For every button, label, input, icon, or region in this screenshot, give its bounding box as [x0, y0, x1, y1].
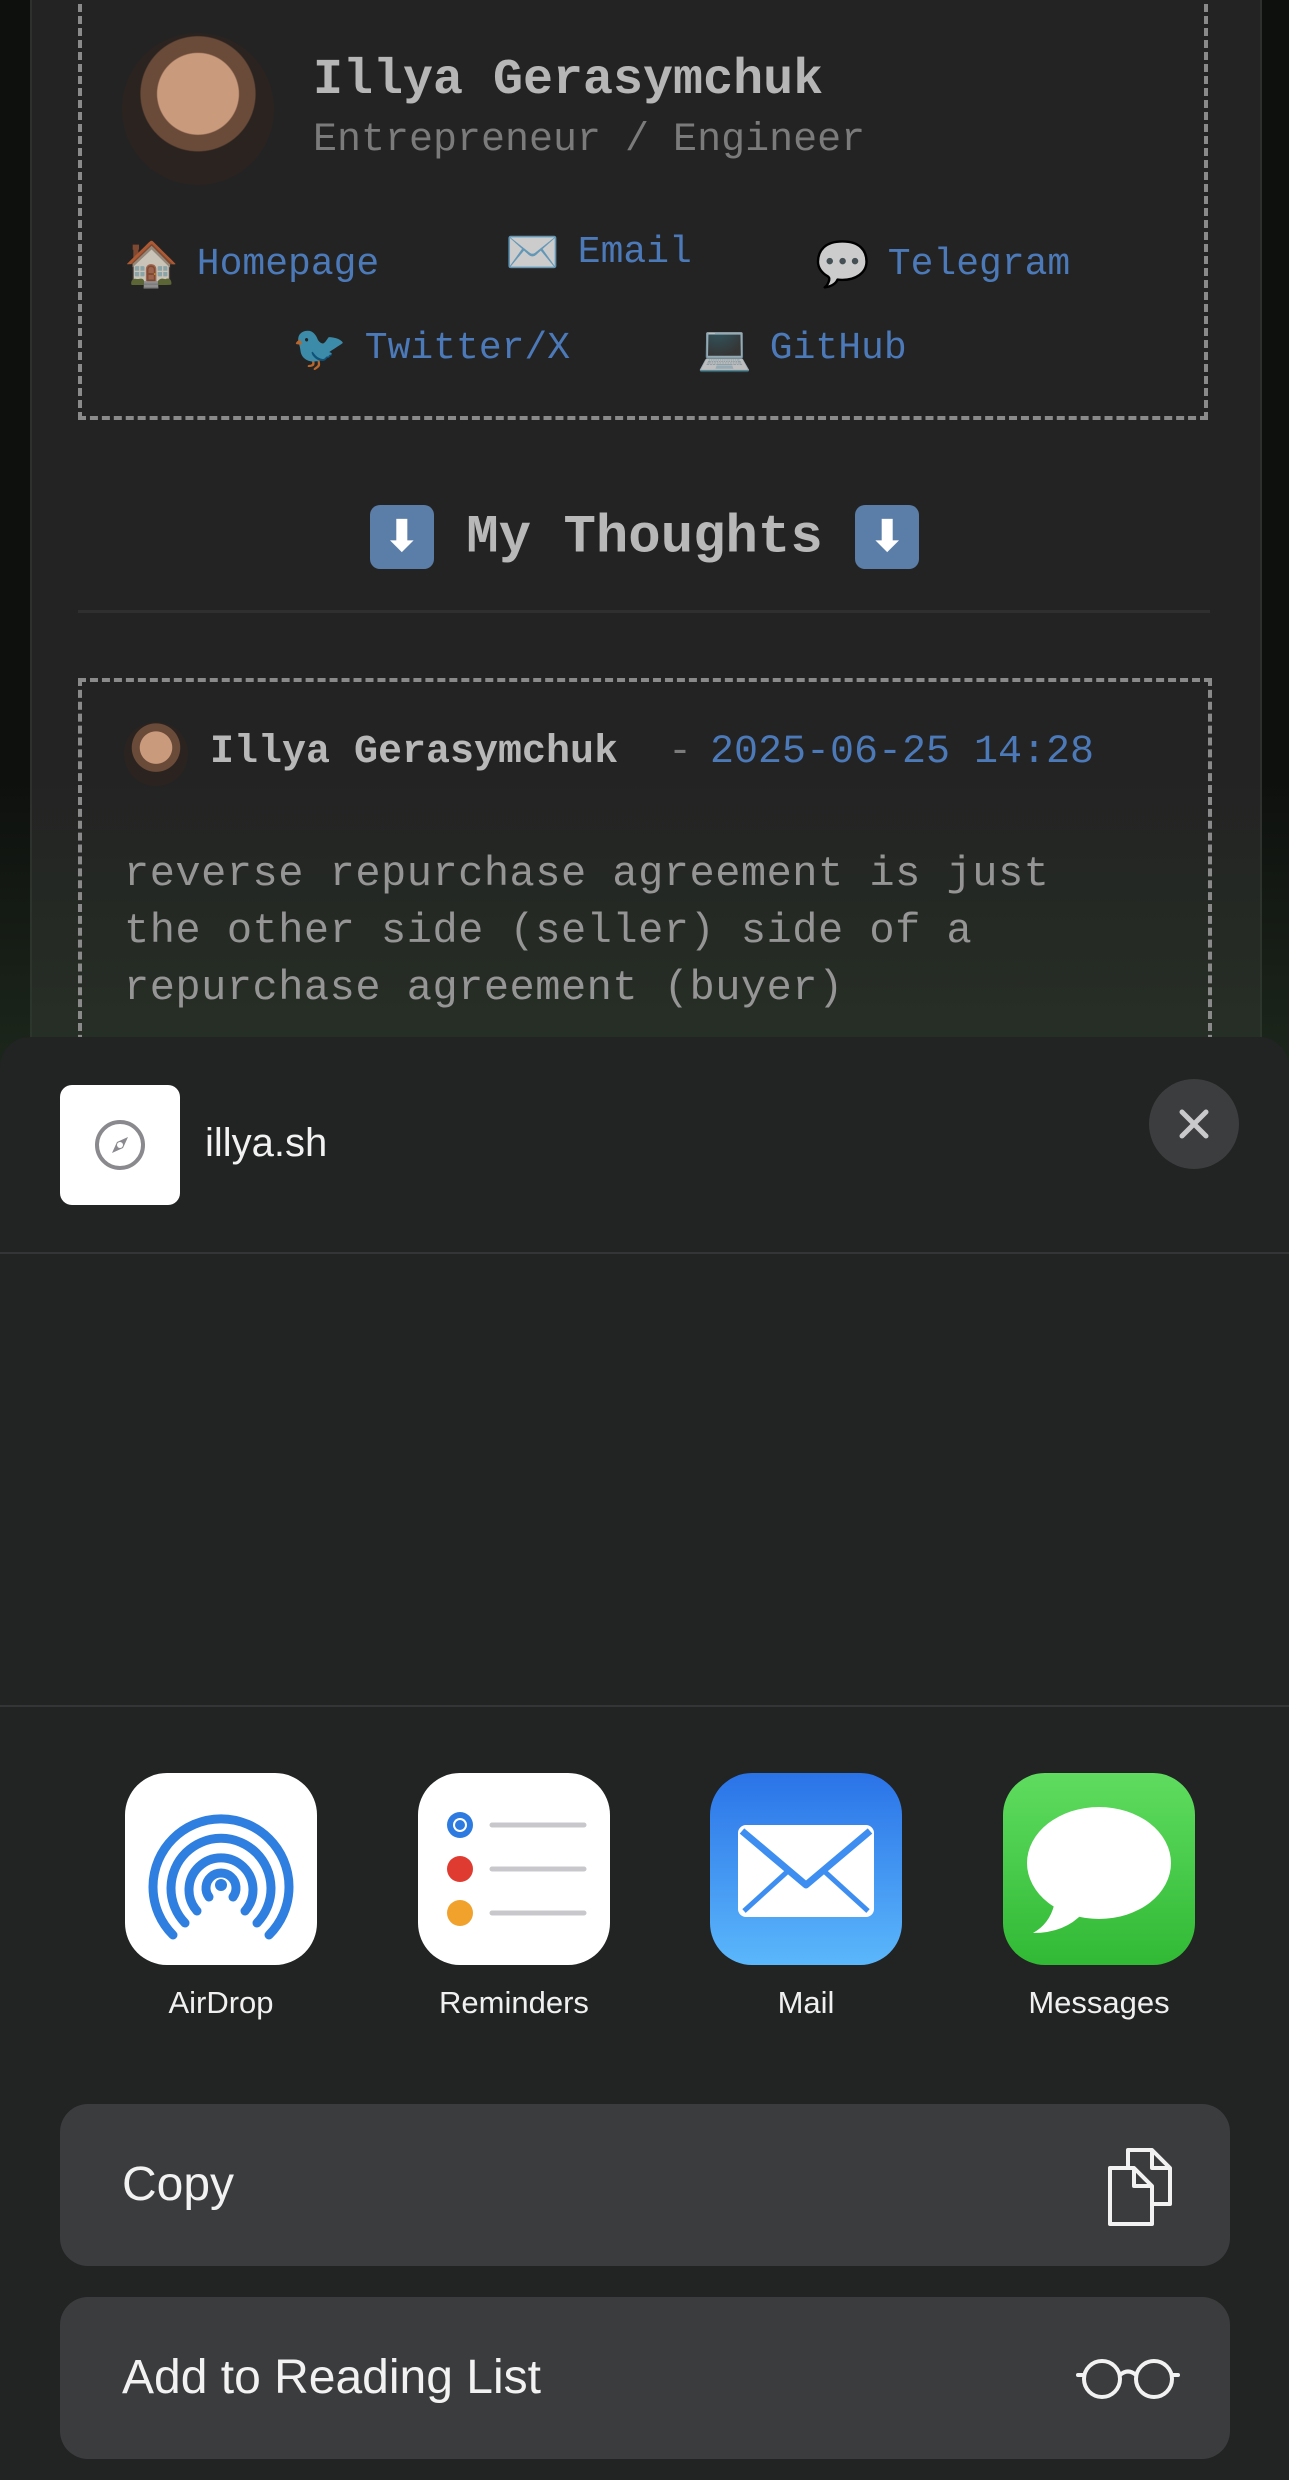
- email-link-label: Email: [577, 230, 692, 274]
- airdrop-label: AirDrop: [168, 1985, 274, 2020]
- telegram-link-label: Telegram: [887, 242, 1071, 286]
- twitter-link-label: Twitter/X: [364, 326, 571, 370]
- down-arrow-icon: ⬇: [855, 505, 920, 569]
- share-app-airdrop[interactable]: AirDrop: [121, 1773, 321, 2021]
- post-separator: -: [668, 730, 693, 775]
- section-heading-label: My Thoughts: [466, 507, 823, 569]
- github-link-label: GitHub: [769, 326, 907, 370]
- twitter-link[interactable]: 🐦 Twitter/X: [292, 322, 570, 374]
- laptop-icon: 💻: [697, 323, 752, 374]
- airdrop-icon: [125, 1773, 317, 1965]
- share-app-mail[interactable]: Mail: [706, 1773, 906, 2021]
- mail-label: Mail: [777, 1985, 835, 2020]
- github-link[interactable]: 💻 GitHub: [697, 322, 907, 374]
- close-button[interactable]: [1149, 1079, 1239, 1169]
- copy-action[interactable]: Copy: [60, 2104, 1230, 2266]
- post-date-link[interactable]: 2025-06-25 14:28: [710, 730, 1094, 775]
- down-arrow-icon: ⬇: [369, 505, 434, 569]
- profile-avatar: [122, 33, 274, 185]
- copy-icon: [1108, 2148, 1172, 2226]
- share-sheet-header: illya.sh: [0, 1037, 1289, 1254]
- reminders-icon: [418, 1773, 610, 1965]
- reminders-label: Reminders: [439, 1985, 589, 2020]
- profile-name: Illya Gerasymchuk: [313, 52, 824, 109]
- section-divider: [78, 610, 1210, 613]
- share-preview-area: [0, 1254, 1289, 1740]
- close-icon: [1179, 1109, 1209, 1139]
- compass-icon: [95, 1120, 145, 1170]
- bird-icon: 🐦: [292, 323, 347, 374]
- webpage-background: Illya Gerasymchuk Entrepreneur / Enginee…: [0, 0, 1289, 1100]
- homepage-link[interactable]: 🏠 Homepage: [124, 238, 379, 290]
- messages-icon: [1003, 1773, 1195, 1965]
- profile-role: Entrepreneur / Engineer: [313, 118, 866, 163]
- post-body: reverse repurchase agreement is just the…: [124, 850, 1050, 1012]
- email-link[interactable]: ✉️ Email: [505, 226, 692, 278]
- speech-bubble-icon: 💬: [815, 239, 870, 290]
- homepage-link-label: Homepage: [196, 242, 380, 286]
- share-app-messages[interactable]: Messages: [999, 1773, 1199, 2021]
- apps-divider: [0, 1705, 1289, 1707]
- share-sheet: illya.sh AirDrop Reminders Mail Messages…: [0, 1037, 1289, 2480]
- post-author: Illya Gerasymchuk: [210, 730, 619, 775]
- post-author-avatar: [124, 722, 188, 786]
- section-heading: ⬇ My Thoughts ⬇: [0, 505, 1289, 569]
- messages-label: Messages: [1028, 1985, 1170, 2020]
- share-app-reminders[interactable]: Reminders: [414, 1773, 614, 2021]
- shared-site-title: illya.sh: [205, 1121, 328, 1165]
- glasses-icon: [1076, 2359, 1180, 2399]
- add-to-reading-list-action[interactable]: Add to Reading List: [60, 2297, 1230, 2459]
- mail-icon: [710, 1773, 902, 1965]
- site-thumbnail: [60, 1085, 180, 1205]
- reading-list-action-label: Add to Reading List: [122, 2351, 541, 2404]
- envelope-icon: ✉️: [505, 227, 560, 278]
- telegram-link[interactable]: 💬 Telegram: [815, 238, 1070, 290]
- house-icon: 🏠: [124, 239, 179, 290]
- copy-action-label: Copy: [122, 2158, 235, 2211]
